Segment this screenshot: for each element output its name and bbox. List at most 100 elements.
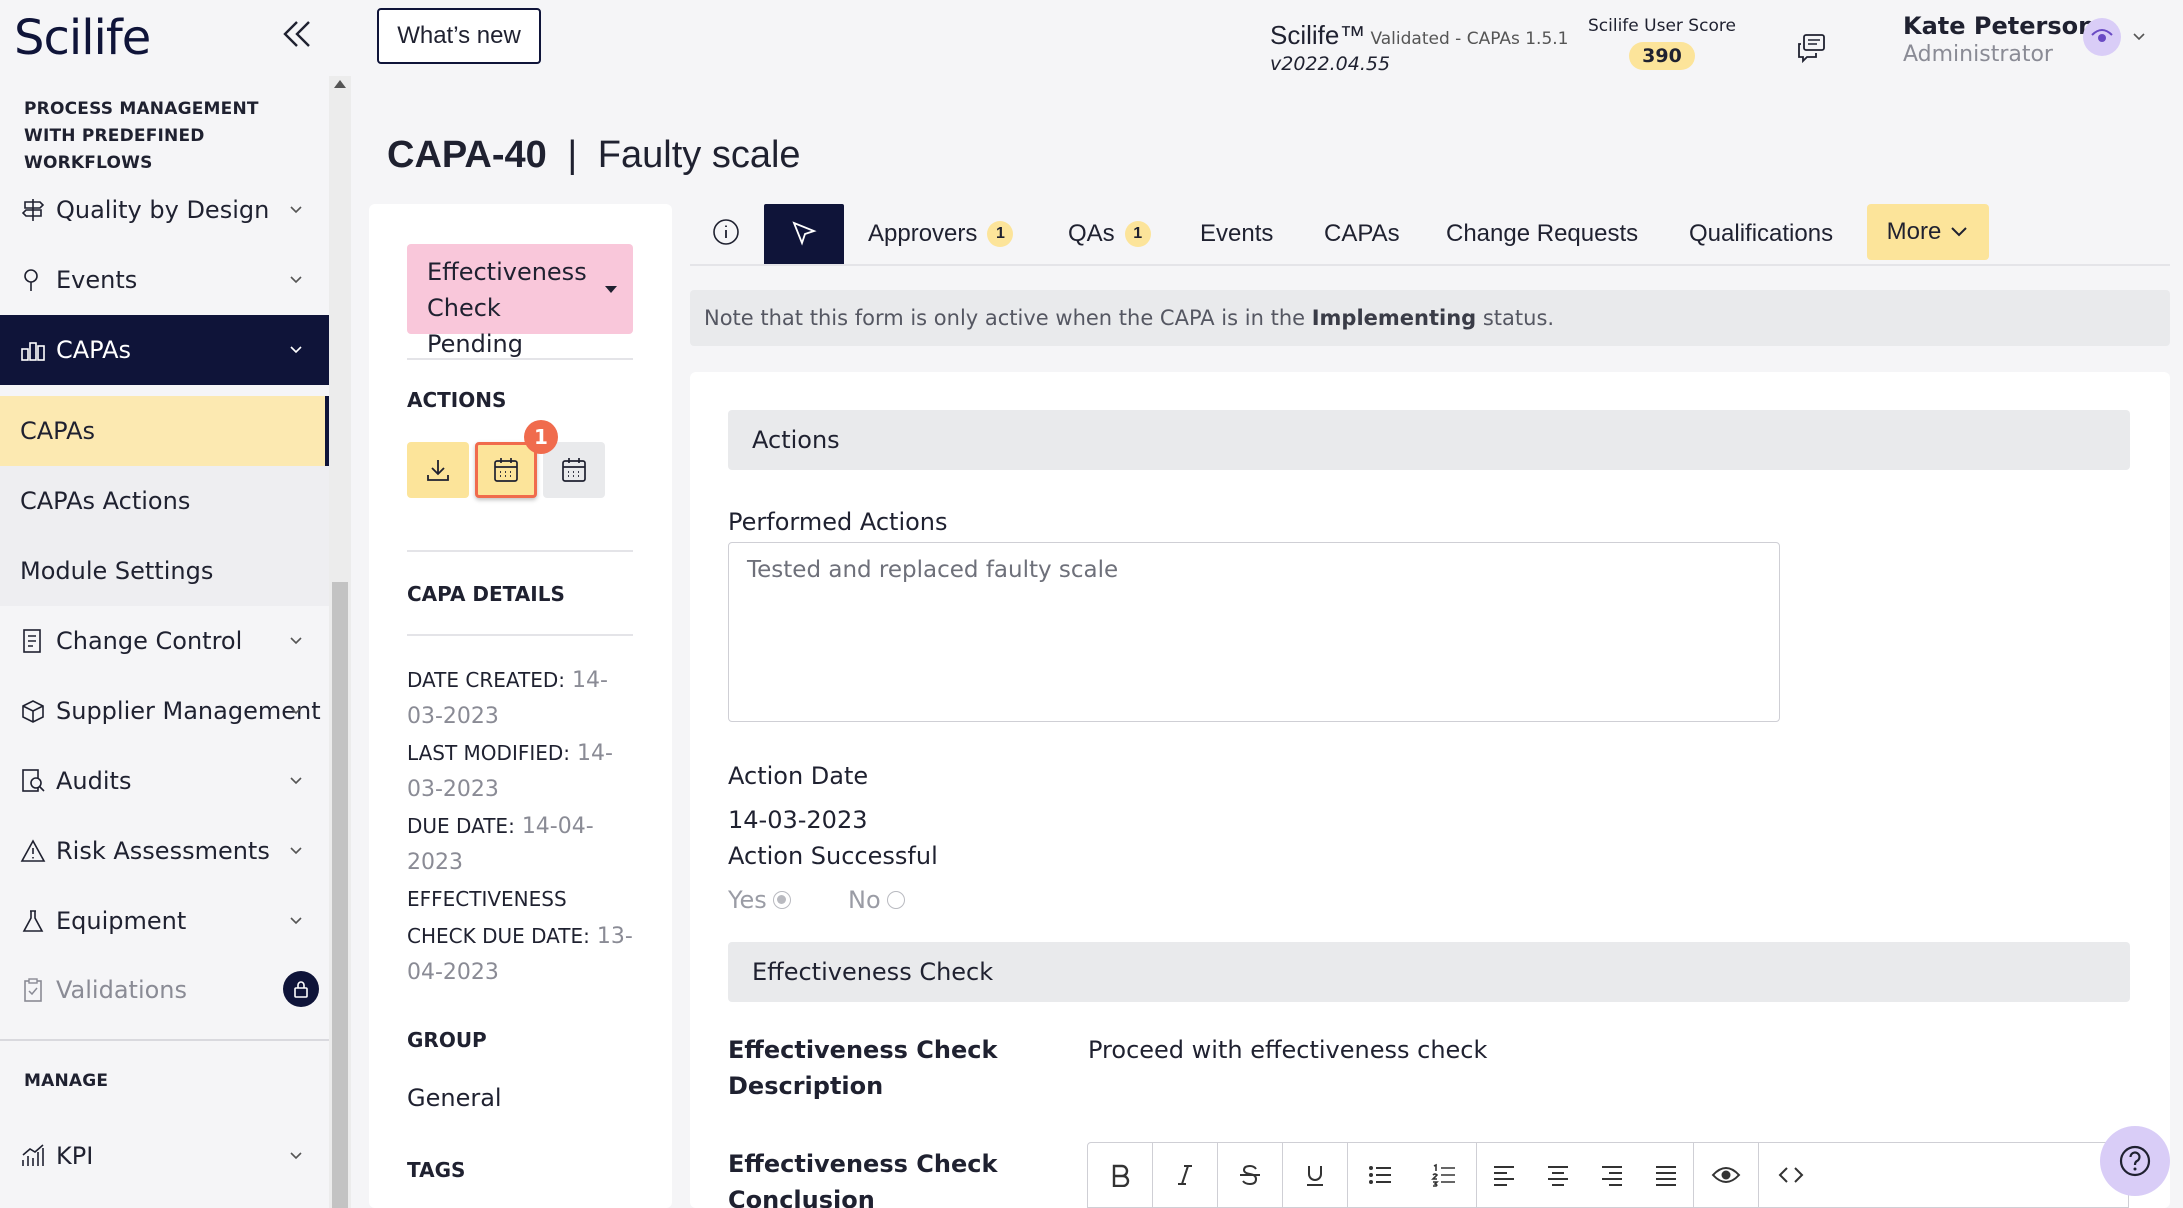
detail-key: EFFECTIVENESS CHECK DUE DATE: — [407, 887, 590, 948]
download-button[interactable] — [407, 442, 469, 498]
tab-form[interactable] — [764, 204, 844, 264]
actions-section-header: Actions — [728, 410, 2130, 470]
info-icon[interactable] — [712, 218, 740, 246]
chevron-down-icon — [289, 704, 303, 718]
whats-new-button[interactable]: What’s new — [377, 8, 541, 64]
sidebar-item-quality-by-design[interactable]: Quality by Design — [0, 175, 329, 245]
location-pin-icon — [20, 267, 46, 293]
chat-icon[interactable] — [1796, 32, 1828, 64]
collapse-sidebar-icon[interactable] — [280, 14, 314, 54]
align-left-button[interactable] — [1477, 1143, 1531, 1207]
scroll-up-arrow-icon[interactable] — [334, 80, 346, 88]
tab-label: More — [1886, 218, 1942, 245]
code-view-button[interactable] — [1759, 1143, 1823, 1207]
chevron-down-icon — [289, 914, 303, 928]
sidebar-item-label: Quality by Design — [56, 196, 270, 224]
performed-actions-label: Performed Actions — [728, 508, 948, 536]
chevron-down-icon — [289, 273, 303, 287]
tab-qualifications[interactable]: Qualifications — [1689, 204, 1833, 264]
underline-button[interactable] — [1283, 1143, 1347, 1207]
sidebar-item-label: KPI — [56, 1142, 94, 1170]
radio-no[interactable]: No — [848, 886, 905, 914]
divider — [407, 634, 633, 636]
effectiveness-description-label: Effectiveness Check Description — [728, 1036, 998, 1100]
calendar-button[interactable] — [543, 442, 605, 498]
note-text: status. — [1476, 306, 1555, 330]
align-right-icon — [1602, 1166, 1622, 1186]
tab-label: CAPAs — [1324, 220, 1400, 247]
italic-button[interactable] — [1153, 1143, 1217, 1207]
sidebar-item-label: Events — [56, 266, 138, 294]
sidebar-item-supplier-management[interactable]: Supplier Management — [0, 676, 329, 746]
tab-qas[interactable]: QAs 1 — [1068, 204, 1151, 264]
note-text: Note that this form is only active when … — [704, 306, 1312, 330]
align-center-button[interactable] — [1531, 1143, 1585, 1207]
user-menu[interactable]: Kate Peterson Administrator — [1903, 12, 2095, 67]
sidebar-item-label: Supplier Management — [56, 697, 321, 725]
sidebar-item-risk-assessments[interactable]: Risk Assessments — [0, 816, 329, 886]
sidebar-item-kpi[interactable]: KPI — [0, 1121, 329, 1191]
step-badge: 1 — [524, 420, 558, 454]
sidebar-item-equipment[interactable]: Equipment — [0, 886, 329, 956]
radio-button[interactable] — [886, 891, 905, 909]
detail-effectiveness-due-date: EFFECTIVENESS CHECK DUE DATE: 13-04-2023 — [407, 881, 637, 991]
eye-icon — [1711, 1167, 1741, 1183]
calendar-icon — [562, 458, 586, 482]
tab-label: QAs — [1068, 220, 1115, 247]
sidebar-item-audits[interactable]: Audits — [0, 746, 329, 816]
sidebar-subitem-capas[interactable]: CAPAs — [0, 396, 329, 466]
chart-icon — [20, 1143, 46, 1169]
sidebar-subitem-module-settings[interactable]: Module Settings — [0, 536, 329, 606]
sidebar-subitem-capas-actions[interactable]: CAPAs Actions — [0, 466, 329, 536]
tab-approvers[interactable]: Approvers 1 — [868, 204, 1014, 264]
tab-events[interactable]: Events — [1200, 204, 1273, 264]
tab-change-requests[interactable]: Change Requests — [1446, 204, 1638, 264]
bold-icon — [1112, 1164, 1130, 1187]
help-icon — [2119, 1145, 2151, 1177]
tab-label: Qualifications — [1689, 220, 1834, 247]
tab-capas[interactable]: CAPAs — [1324, 204, 1400, 264]
chevron-down-icon — [289, 343, 303, 357]
capa-title: Faulty scale — [597, 134, 801, 176]
performed-actions-textarea[interactable]: Tested and replaced faulty scale — [728, 542, 1780, 722]
effectiveness-section-header: Effectiveness Check — [728, 942, 2130, 1002]
capa-icon — [20, 337, 46, 363]
sidebar-scrollbar[interactable] — [329, 76, 351, 1208]
sidebar-item-validations[interactable]: Validations — [0, 955, 329, 1025]
radio-label: No — [848, 886, 881, 914]
align-justify-button[interactable] — [1639, 1143, 1693, 1207]
sidebar: Scilife PROCESS MANAGEMENT WITH PREDEFIN… — [0, 0, 329, 1208]
capa-summary-panel: Effectiveness Check Pending ACTIONS 1 CA… — [369, 204, 672, 1208]
tab-label: Events — [1200, 220, 1274, 247]
detail-date-created: DATE CREATED: 14-03-2023 — [407, 662, 637, 735]
strikethrough-button[interactable] — [1218, 1143, 1282, 1207]
tab-more[interactable]: More — [1867, 204, 1989, 260]
sidebar-item-capas[interactable]: CAPAs — [0, 315, 329, 385]
help-button[interactable] — [2100, 1126, 2170, 1196]
chevron-down-icon — [289, 203, 303, 217]
user-score-label: Scilife User Score — [1588, 16, 1736, 36]
italic-icon — [1178, 1165, 1192, 1185]
sidebar-item-change-control[interactable]: Change Control — [0, 606, 329, 676]
radio-button[interactable] — [772, 891, 791, 909]
bullet-list-button[interactable] — [1348, 1143, 1412, 1207]
numbered-list-button[interactable] — [1412, 1143, 1476, 1207]
avatar[interactable] — [2083, 18, 2121, 56]
status-line2: Check Pending — [427, 294, 523, 358]
status-dropdown[interactable]: Effectiveness Check Pending — [407, 244, 633, 358]
app-version: v2022.04.55 — [1270, 53, 1391, 75]
scilife-logo[interactable]: Scilife — [14, 10, 151, 66]
scrollbar-thumb[interactable] — [332, 582, 348, 1208]
chevron-down-icon[interactable] — [2132, 30, 2146, 44]
sidebar-item-label: Change Control — [56, 627, 243, 655]
align-center-icon — [1548, 1166, 1568, 1186]
flask-icon — [20, 908, 46, 934]
detail-key: DUE DATE: — [407, 814, 515, 838]
bold-button[interactable] — [1088, 1143, 1152, 1207]
sidebar-item-label: CAPAs — [56, 336, 132, 364]
preview-button[interactable] — [1694, 1143, 1758, 1207]
sidebar-item-events[interactable]: Events — [0, 245, 329, 315]
align-right-button[interactable] — [1585, 1143, 1639, 1207]
radio-yes[interactable]: Yes — [728, 886, 791, 914]
schedule-effectiveness-button[interactable] — [475, 442, 537, 498]
